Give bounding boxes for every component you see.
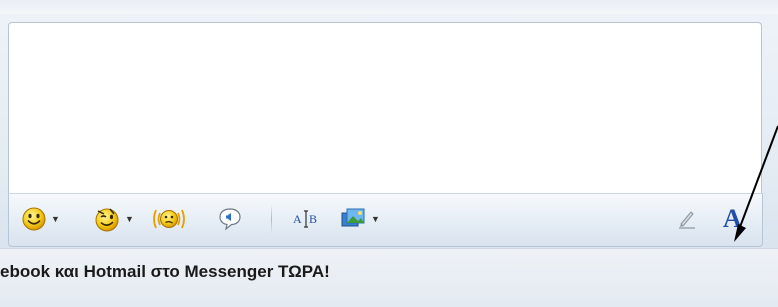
wink-dropdown-caret[interactable]: ▼	[125, 214, 134, 224]
formatting-toolbar: ▼ ▼ A B ▼ A	[8, 193, 763, 247]
top-band	[0, 0, 778, 14]
background-button[interactable]: ▼	[339, 203, 380, 235]
message-input[interactable]	[8, 22, 762, 193]
background-image-icon	[341, 208, 365, 227]
nudge-button[interactable]	[151, 203, 187, 235]
voice-clip-button[interactable]	[217, 203, 243, 235]
wink-icon	[95, 208, 119, 232]
voice-clip-icon	[219, 208, 241, 231]
toolbar-separator	[271, 204, 272, 234]
emoticon-dropdown-caret[interactable]: ▼	[51, 214, 60, 224]
wink-button[interactable]: ▼	[93, 203, 134, 235]
handwriting-button[interactable]	[675, 203, 699, 235]
handwriting-pen-icon	[679, 211, 695, 229]
text-style-button[interactable]: A	[723, 203, 742, 235]
svg-text:A: A	[293, 212, 302, 226]
status-message[interactable]: ebook και Hotmail στο Messenger ΤΩΡΑ!	[0, 262, 330, 282]
emoticon-smile-icon	[22, 207, 46, 231]
emoticon-button[interactable]: ▼	[21, 203, 60, 235]
background-dropdown-caret[interactable]: ▼	[371, 214, 380, 224]
font-format-icon: A B	[293, 210, 317, 228]
font-button[interactable]: A B	[292, 203, 320, 235]
svg-text:B: B	[309, 212, 317, 226]
nudge-icon	[153, 209, 185, 229]
text-style-icon: A	[723, 204, 742, 233]
